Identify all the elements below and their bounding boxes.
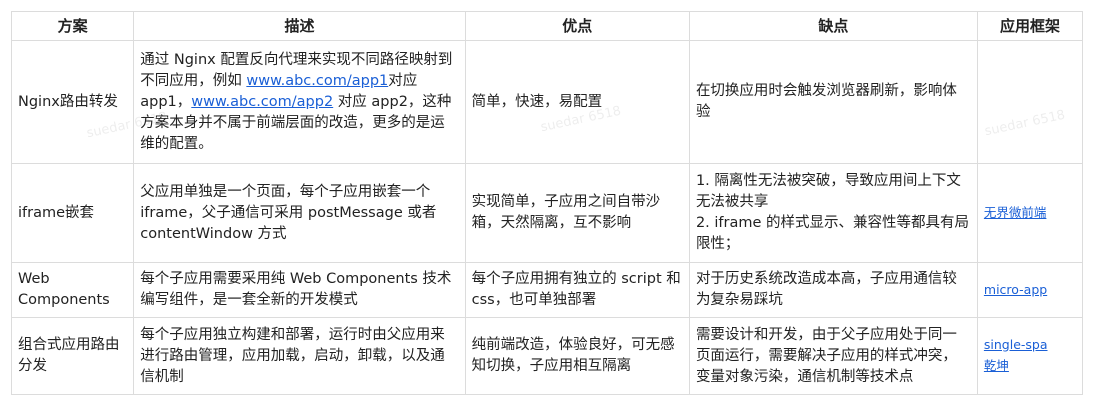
description-cell: 父应用单独是一个页面，每个子应用嵌套一个iframe，父子通信可采用 postM… — [133, 163, 466, 263]
framework-cell: micro-app — [976, 262, 1084, 318]
framework-cell: 无界微前端 — [976, 163, 1084, 263]
wujie-link[interactable]: 无界微前端 — [984, 205, 1047, 220]
header-scheme: 方案 — [10, 11, 135, 41]
cons-cell: 对于历史系统改造成本高，子应用通信较为复杂易踩坑 — [688, 262, 978, 318]
header-pros: 优点 — [464, 11, 690, 41]
cons-cell: 需要设计和开发，由于父子应用处于同一页面运行，需要解决子应用的样式冲突，变量对象… — [688, 317, 978, 395]
framework-cell: single-spa 乾坤 — [976, 317, 1084, 395]
header-row: 方案 描述 优点 缺点 应用框架 — [10, 11, 1084, 41]
table-row: iframe嵌套 父应用单独是一个页面，每个子应用嵌套一个iframe，父子通信… — [10, 163, 1084, 263]
description-cell: 通过 Nginx 配置反向代理来实现不同路径映射到不同应用，例如 www.abc… — [133, 40, 466, 164]
cons-cell: 在切换应用时会触发浏览器刷新，影响体验 — [688, 40, 978, 164]
table-row: 组合式应用路由分发 每个子应用独立构建和部署，运行时由父应用来进行路由管理，应用… — [10, 317, 1084, 395]
scheme-cell: 组合式应用路由分发 — [10, 317, 135, 395]
app2-link[interactable]: www.abc.com/app2 — [191, 94, 333, 110]
cons-item: 2. iframe 的样式显示、兼容性等都具有局限性； — [695, 215, 970, 252]
framework-cell — [976, 40, 1084, 164]
description-cell: 每个子应用需要采用纯 Web Components 技术编写组件，是一套全新的开… — [133, 262, 466, 318]
pros-cell: 实现简单，子应用之间自带沙箱，天然隔离，互不影响 — [464, 163, 690, 263]
pros-cell: 简单，快速，易配置 — [464, 40, 690, 164]
table-row: Nginx路由转发 通过 Nginx 配置反向代理来实现不同路径映射到不同应用，… — [10, 40, 1084, 164]
app1-link[interactable]: www.abc.com/app1 — [246, 73, 388, 89]
table-row: Web Components 每个子应用需要采用纯 Web Components… — [10, 262, 1084, 318]
cons-item: 1. 隔离性无法被突破，导致应用间上下文无法被共享 — [695, 173, 961, 210]
micro-app-link[interactable]: micro-app — [984, 282, 1047, 297]
qiankun-link[interactable]: 乾坤 — [984, 358, 1009, 373]
description-cell: 每个子应用独立构建和部署，运行时由父应用来进行路由管理，应用加载，启动，卸载，以… — [133, 317, 466, 395]
pros-cell: 纯前端改造，体验良好，可无感知切换，子应用相互隔离 — [464, 317, 690, 395]
header-description: 描述 — [133, 11, 466, 41]
scheme-cell: Nginx路由转发 — [10, 40, 135, 164]
cons-cell: 1. 隔离性无法被突破，导致应用间上下文无法被共享 2. iframe 的样式显… — [688, 163, 978, 263]
single-spa-link[interactable]: single-spa — [984, 337, 1048, 352]
scheme-cell: iframe嵌套 — [10, 163, 135, 263]
scheme-cell: Web Components — [10, 262, 135, 318]
pros-cell: 每个子应用拥有独立的 script 和 css，也可单独部署 — [464, 262, 690, 318]
header-framework: 应用框架 — [976, 11, 1084, 41]
header-cons: 缺点 — [688, 11, 978, 41]
comparison-table: 方案 描述 优点 缺点 应用框架 Nginx路由转发 通过 Nginx 配置反向… — [10, 11, 1084, 395]
